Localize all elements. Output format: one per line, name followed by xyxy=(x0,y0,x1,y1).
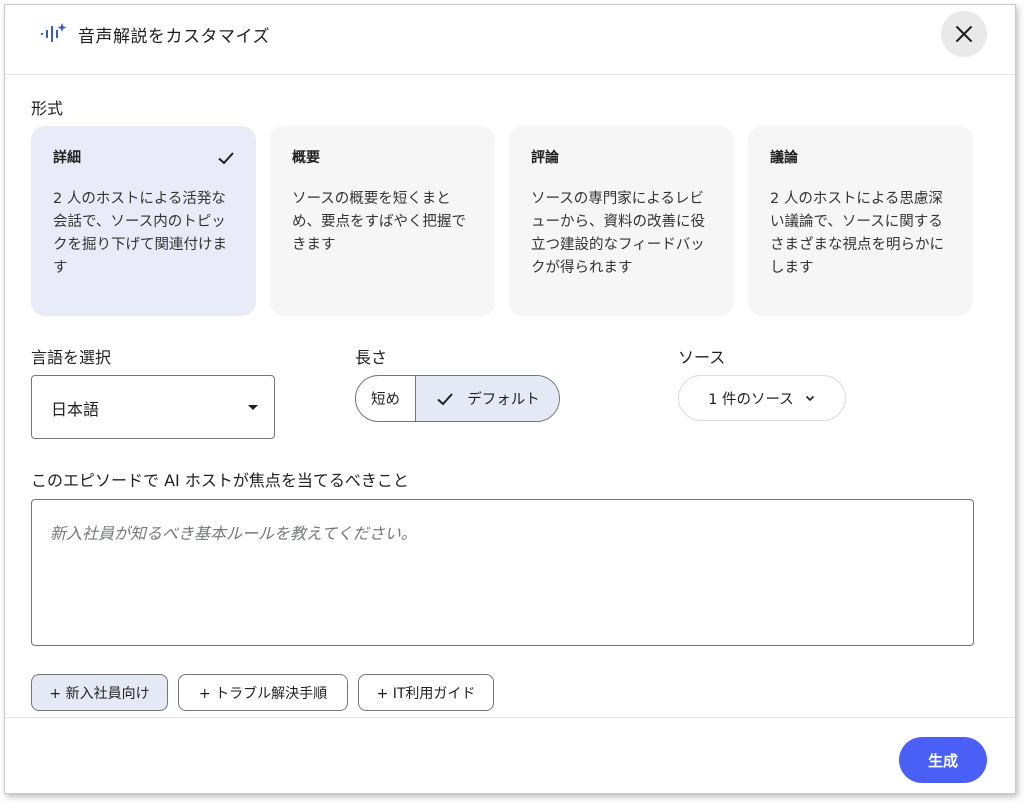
source-count-label: 1 件のソース xyxy=(708,391,794,408)
format-card-desc: ソースの概要を短くまとめ、要点をすばやく把握できます xyxy=(292,191,466,253)
dialog-header: 音声解説をカスタマイズ xyxy=(5,5,1015,75)
suggestion-chip-label: + 新入社員向け xyxy=(49,685,150,702)
format-label: 形式 xyxy=(31,99,64,118)
close-icon xyxy=(956,26,972,42)
format-card-detail[interactable]: 詳細 2 人のホストによる活発な会話で、ソース内のトピックを掘り下げて関連付けま… xyxy=(31,126,256,316)
check-icon xyxy=(437,392,453,405)
dropdown-caret-icon xyxy=(248,405,258,410)
suggestion-chip-new-employee[interactable]: + 新入社員向け xyxy=(31,674,168,711)
check-icon xyxy=(218,152,234,165)
language-select[interactable]: 日本語 xyxy=(31,375,275,439)
customize-dialog: 音声解説をカスタマイズ 形式 詳細 2 人のホストによる活発な会話で、ソース内の… xyxy=(4,4,1016,794)
suggestion-chip-troubleshooting[interactable]: + トラブル解決手順 xyxy=(178,674,348,711)
audio-sparkle-icon xyxy=(41,23,67,42)
format-card-summary[interactable]: 概要 ソースの概要を短くまとめ、要点をすばやく把握できます xyxy=(270,126,495,316)
footer-divider xyxy=(5,717,1015,718)
suggestion-chip-label: + トラブル解決手順 xyxy=(198,685,328,702)
language-value: 日本語 xyxy=(51,400,100,419)
generate-button[interactable]: 生成 xyxy=(899,737,987,783)
source-dropdown-button[interactable]: 1 件のソース xyxy=(678,375,846,421)
suggestion-chip-it-guide[interactable]: + IT利用ガイド xyxy=(358,674,494,711)
format-card-desc: 2 人のホストによる活発な会話で、ソース内のトピックを掘り下げて関連付けます xyxy=(53,191,227,276)
dialog-title: 音声解説をカスタマイズ xyxy=(78,27,270,47)
chevron-down-icon xyxy=(805,395,814,402)
source-label: ソース xyxy=(678,348,726,367)
length-label: 長さ xyxy=(355,348,388,367)
focus-label: このエピソードで AI ホストが焦点を当てるべきこと xyxy=(31,471,409,490)
suggestion-chip-label: + IT利用ガイド xyxy=(376,685,476,702)
format-card-desc: ソースの専門家によるレビューから、資料の改善に役立つ建設的なフィードバックが得ら… xyxy=(531,191,705,276)
length-segmented-control: 短め デフォルト xyxy=(355,375,560,422)
length-option-default[interactable]: デフォルト xyxy=(416,376,559,421)
format-card-title: 概要 xyxy=(292,150,320,166)
format-card-title: 評論 xyxy=(531,150,559,166)
format-card-debate[interactable]: 議論 2 人のホストによる思慮深い議論で、ソースに関するさまざまな視点を明らかに… xyxy=(748,126,973,316)
length-option-label: 短め xyxy=(371,392,400,408)
format-card-title: 議論 xyxy=(770,150,798,166)
length-option-short[interactable]: 短め xyxy=(356,376,416,421)
format-card-title: 詳細 xyxy=(53,150,81,166)
language-label: 言語を選択 xyxy=(31,348,112,367)
format-card-desc: 2 人のホストによる思慮深い議論で、ソースに関するさまざまな視点を明らかにします xyxy=(770,191,944,276)
close-button[interactable] xyxy=(941,11,987,57)
length-option-label: デフォルト xyxy=(467,392,540,408)
focus-textarea[interactable] xyxy=(31,499,974,646)
format-card-critique[interactable]: 評論 ソースの専門家によるレビューから、資料の改善に役立つ建設的なフィードバック… xyxy=(509,126,734,316)
